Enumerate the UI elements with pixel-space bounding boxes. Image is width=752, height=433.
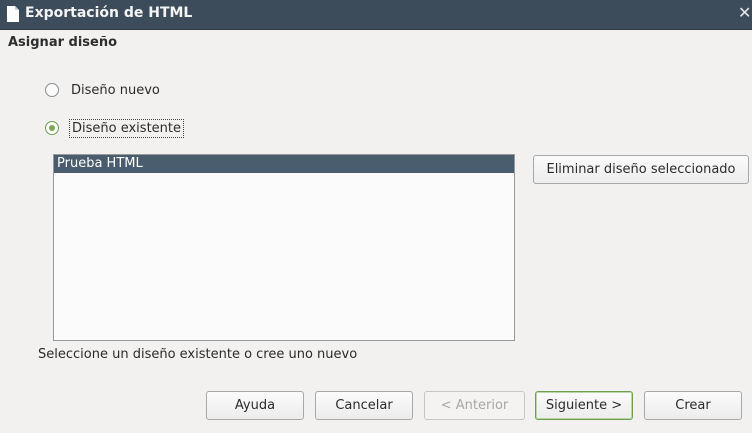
title-bar: Exportación de HTML ✕: [0, 0, 752, 30]
help-button[interactable]: Ayuda: [206, 391, 304, 420]
back-button[interactable]: < Anterior: [424, 391, 525, 420]
radio-label: Diseño existente: [69, 118, 184, 138]
radio-existing-design[interactable]: Diseño existente: [45, 117, 184, 139]
section-title: Asignar diseño: [8, 35, 118, 50]
radio-new-design[interactable]: Diseño nuevo: [45, 79, 160, 101]
create-button[interactable]: Crear: [644, 391, 742, 420]
cancel-button[interactable]: Cancelar: [315, 391, 413, 420]
window-title: Exportación de HTML: [25, 5, 193, 21]
radio-button[interactable]: [45, 83, 59, 97]
design-list[interactable]: Prueba HTML: [53, 154, 515, 341]
radio-button-checked[interactable]: [45, 121, 59, 135]
close-icon[interactable]: ✕: [738, 3, 751, 22]
html-export-dialog: Exportación de HTML ✕ Asignar diseño Dis…: [0, 0, 752, 433]
next-button[interactable]: Siguiente >: [535, 391, 633, 420]
document-icon: [7, 6, 19, 22]
radio-label: Diseño nuevo: [71, 82, 160, 98]
delete-design-button[interactable]: Eliminar diseño seleccionado: [533, 155, 749, 184]
list-item[interactable]: Prueba HTML: [54, 155, 514, 173]
hint-text: Seleccione un diseño existente o cree un…: [38, 347, 358, 362]
